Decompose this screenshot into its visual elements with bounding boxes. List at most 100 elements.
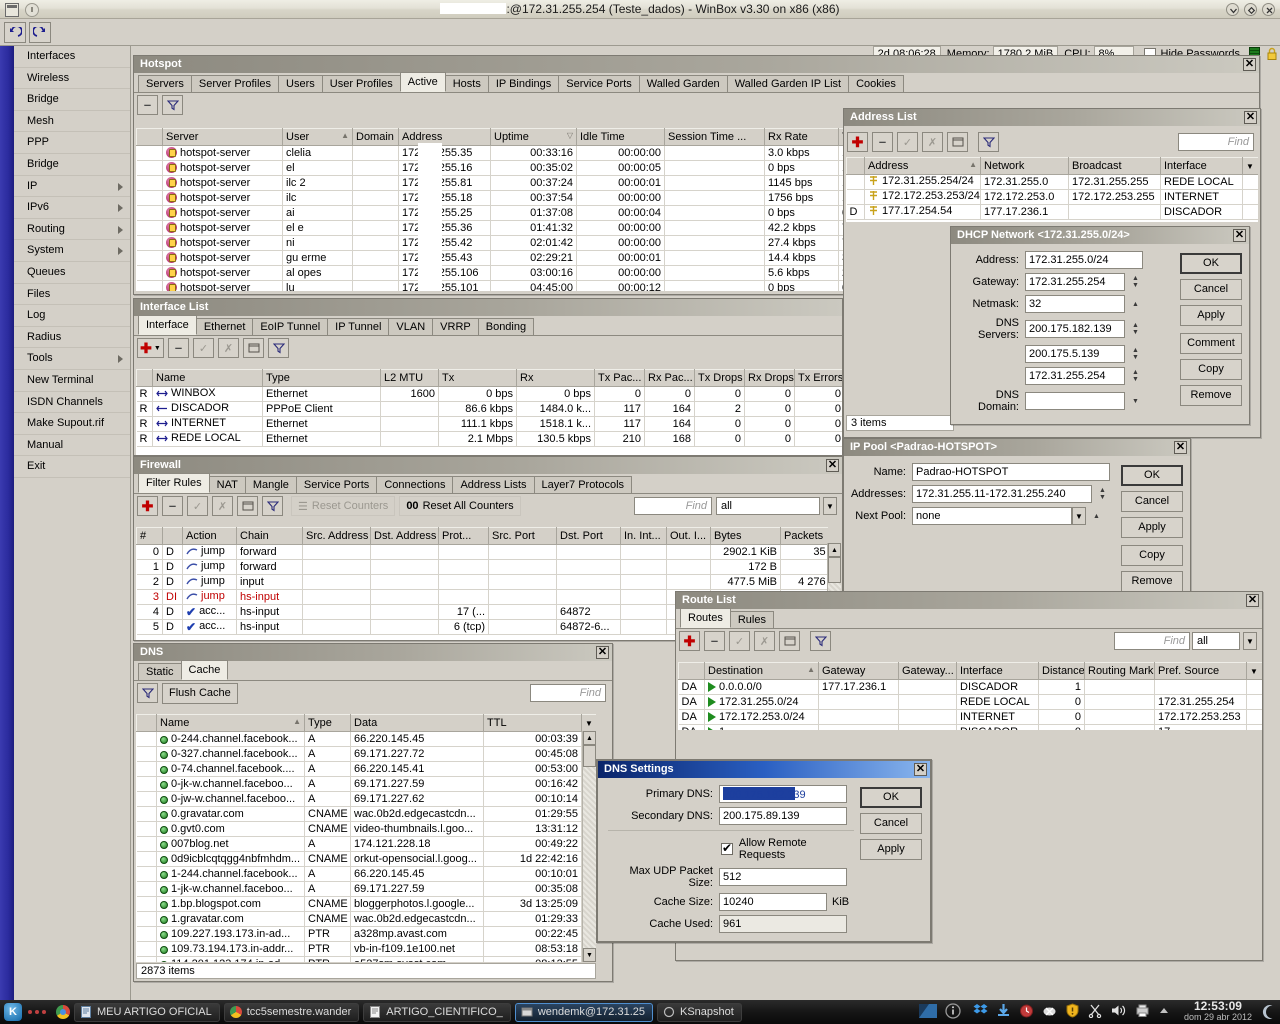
tab-interface[interactable]: Interface [138, 315, 197, 335]
col-gateway-status[interactable]: Gateway... [898, 662, 957, 680]
sidebar-item-new-terminal[interactable]: New Terminal [14, 370, 130, 392]
reset-counters-button[interactable]: ☰ Reset Counters [291, 496, 396, 516]
col-type[interactable]: Type [262, 369, 381, 387]
volume-icon[interactable] [1111, 1003, 1127, 1021]
sidebar-item-system[interactable]: System [14, 240, 130, 262]
scroll-up-icon[interactable]: ▲ [583, 731, 596, 745]
col-data[interactable]: Data [350, 714, 484, 732]
ok-button[interactable]: OK [1121, 465, 1183, 486]
col-gateway[interactable]: Gateway [818, 662, 899, 680]
table-row[interactable]: 0-jw-w.channel.faceboo... A 69.171.227.62 0… [136, 791, 596, 807]
scroll-thumb[interactable] [828, 557, 841, 583]
table-row[interactable]: 0-244.channel.facebook... A 66.220.145.45 0… [136, 731, 596, 747]
cancel-button[interactable]: Cancel [860, 813, 922, 834]
cancel-button[interactable]: Cancel [1121, 491, 1183, 512]
table-row[interactable]: 1Djumpforward 172 B3 [136, 559, 828, 575]
disable-button[interactable]: ✗ [754, 631, 775, 651]
col-chain[interactable]: Chain [236, 527, 303, 545]
add-button[interactable]: ✚ [847, 132, 868, 152]
sidebar-item-ppp[interactable]: PPP [14, 132, 130, 154]
col-rx[interactable]: Rx [516, 369, 595, 387]
tab-nat[interactable]: NAT [208, 476, 246, 493]
flush-cache-button[interactable]: Flush Cache [162, 682, 238, 704]
close-icon[interactable]: ✕ [1174, 441, 1187, 454]
disable-button[interactable]: ✗ [212, 496, 233, 516]
taskbar-item-artigo-cientifico[interactable]: ARTIGO_CIENTIFICO_ [363, 1002, 511, 1022]
enable-button[interactable]: ✓ [897, 132, 918, 152]
download-icon[interactable] [996, 1003, 1011, 1021]
sidebar-item-make-supout[interactable]: Make Supout.rif [14, 413, 130, 435]
apply-button[interactable]: Apply [1180, 305, 1242, 326]
gateway-spinner[interactable]: ▲ ▼ [1129, 273, 1142, 291]
tab-walled-garden-ip-list[interactable]: Walled Garden IP List [726, 75, 850, 92]
col-tx-drops[interactable]: Tx Drops [694, 369, 745, 387]
col-menu[interactable]: ▼ [581, 714, 596, 732]
col-server[interactable]: Server [162, 128, 283, 146]
sidebar-item-routing[interactable]: Routing [14, 219, 130, 241]
sidebar-item-tools[interactable]: Tools [14, 348, 130, 370]
filter-select[interactable]: all [1192, 632, 1240, 650]
filter-select[interactable]: all [716, 497, 820, 515]
sidebar-item-isdn-channels[interactable]: ISDN Channels [14, 392, 130, 414]
table-row[interactable]: 1.gravatar.com CNAME wac.0b2d.edgecastcdn.… [136, 911, 596, 927]
col-bytes[interactable]: Bytes [710, 527, 781, 545]
reset-all-counters-button[interactable]: 00 Reset All Counters [399, 496, 521, 516]
table-row[interactable]: 114.201.123.174.in-ad...PTRa527sm.avast.… [136, 956, 596, 962]
add-button[interactable]: ✚ ▼ [137, 338, 164, 358]
tab-hosts[interactable]: Hosts [444, 75, 489, 92]
add-button[interactable]: ✚ [137, 496, 158, 516]
table-row[interactable]: 0-327.channel.facebook... A 69.171.227.72 0… [136, 746, 596, 762]
dns-server-3-input[interactable]: 172.31.255.254 [1025, 367, 1125, 385]
tab-eoip-tunnel[interactable]: EoIP Tunnel [252, 318, 329, 335]
remove-button[interactable]: – [168, 338, 189, 358]
col-src-port[interactable]: Src. Port [488, 527, 557, 545]
scissors-icon[interactable] [1088, 1003, 1103, 1021]
minimize-button[interactable] [1226, 3, 1239, 16]
col-network[interactable]: Network [980, 157, 1069, 175]
remove-button[interactable]: Remove [1121, 571, 1183, 592]
close-icon[interactable]: ✕ [596, 646, 609, 659]
tab-ip-bindings[interactable]: IP Bindings [487, 75, 560, 92]
filter-icon[interactable] [162, 95, 183, 115]
col-menu[interactable]: ▼ [1246, 662, 1262, 680]
col-rx-packets[interactable]: Rx Pac... [644, 369, 695, 387]
remove-button[interactable]: – [162, 496, 183, 516]
cancel-button[interactable]: Cancel [1180, 279, 1242, 300]
desktop-pager-icon[interactable] [918, 1003, 937, 1021]
col-action[interactable]: Action [182, 527, 237, 545]
scroll-up-icon[interactable]: ▲ [828, 543, 841, 557]
close-icon[interactable]: ✕ [1243, 58, 1256, 71]
remove-button[interactable]: – [137, 95, 158, 115]
tab-servers[interactable]: Servers [138, 75, 192, 92]
max-udp-input[interactable]: 512 [719, 868, 847, 886]
addresses-input[interactable]: 172.31.255.11-172.31.255.240 [912, 485, 1092, 503]
close-icon[interactable]: ✕ [1233, 229, 1246, 242]
col-routing-mark[interactable]: Routing Mark [1084, 662, 1155, 680]
printer-icon[interactable] [1135, 1003, 1150, 1021]
col-rx-rate[interactable]: Rx Rate [764, 128, 839, 146]
filter-icon[interactable] [268, 338, 289, 358]
enable-button[interactable]: ✓ [187, 496, 208, 516]
table-row[interactable]: DA 0.0.0.0/0 177.17.236.1 DISCADOR 1 [678, 679, 1262, 695]
col-menu[interactable]: ▼ [1242, 157, 1258, 175]
find-input[interactable]: Find [634, 497, 712, 515]
col-packets[interactable]: Packets [780, 527, 828, 545]
col-protocol[interactable]: Prot... [438, 527, 489, 545]
table-row[interactable]: DA 172.31.255.0/24 REDE LOCAL 0 172.31.255.2… [678, 694, 1262, 710]
comment-button[interactable]: Comment [1180, 333, 1242, 354]
col-uptime[interactable]: Uptime ▽ [490, 128, 577, 146]
dns-server-2-spinner[interactable]: ▲ ▼ [1129, 345, 1142, 363]
taskbar-item-winbox[interactable]: wendemk@172.31.25 [514, 1002, 653, 1022]
table-row[interactable]: 1.bp.blogspot.com CNAME bloggerphotos.l.go… [136, 896, 596, 912]
table-row[interactable]: 172.31.255.254/24 172.31.255.0 172.31.255.… [846, 174, 1258, 190]
dns-scrollbar[interactable]: ▲ ▼ [582, 731, 596, 962]
chevron-down-icon[interactable]: ▼ [823, 497, 837, 515]
remove-button[interactable]: Remove [1180, 385, 1242, 406]
sidebar-item-radius[interactable]: Radius [14, 327, 130, 349]
allow-remote-requests-checkbox[interactable] [721, 841, 733, 855]
col-interface[interactable]: Interface [956, 662, 1039, 680]
close-icon[interactable]: ✕ [914, 763, 927, 776]
table-row[interactable]: 0-74.channel.facebook.... A 66.220.145.41 0… [136, 761, 596, 777]
ok-button[interactable]: OK [1180, 253, 1242, 274]
comment-button[interactable] [243, 338, 264, 358]
